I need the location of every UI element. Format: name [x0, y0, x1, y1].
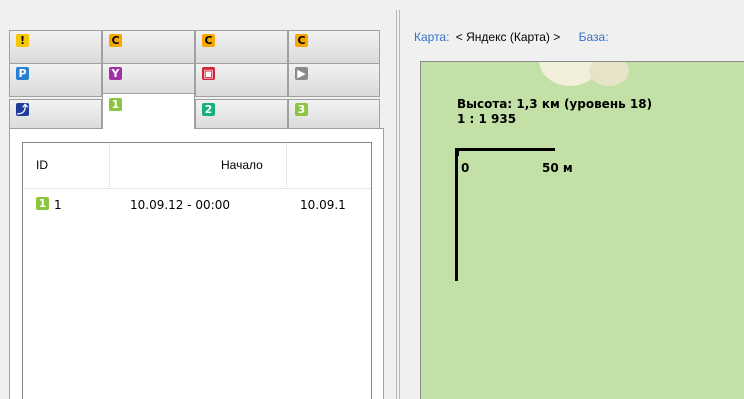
camera-icon: ▣ [202, 67, 215, 80]
tab-parking[interactable]: P [9, 63, 102, 97]
map-label: Карта: [414, 30, 450, 44]
tab-antenna[interactable]: Y [102, 63, 195, 97]
number-1-icon: 1 [36, 197, 49, 210]
tab-number-2[interactable]: 2 [195, 99, 288, 131]
route-icon: ⤴ [16, 103, 29, 116]
tab-category-c[interactable]: C [288, 30, 380, 64]
row-id: 1 [54, 198, 62, 212]
scale-zero-label: 0 [461, 161, 470, 175]
warning-icon: ! [16, 34, 29, 47]
row-start: 10.09.12 - 00:00 [130, 198, 230, 212]
map-toolbar: Карта: < Яндекс (Карта) > База: [414, 30, 609, 44]
category-c-icon: C [202, 34, 215, 47]
column-header-id[interactable]: ID [36, 158, 48, 172]
no-camera-icon: ▶ [295, 67, 308, 80]
left-panel: ! C C C P Y ▣ ▶ ⤴ 1 2 3 ID Начало 1 1 10.09.12 - 00… [0, 0, 390, 399]
base-label: База: [578, 30, 609, 44]
map-height-label: Высота: 1,3 км (уровень 18) [457, 97, 653, 111]
antenna-icon: Y [109, 67, 122, 80]
column-header-start[interactable]: Начало [221, 158, 263, 172]
map-view[interactable]: Высота: 1,3 км (уровень 18) 1 : 1 935 0 … [420, 61, 744, 399]
tab-route[interactable]: ⤴ [9, 99, 102, 131]
list-header: ID Начало [23, 143, 371, 189]
splitter-line [399, 10, 400, 399]
parking-icon: P [16, 67, 29, 80]
tab-no-camera[interactable]: ▶ [288, 63, 380, 97]
scale-bar-horizontal [458, 148, 555, 151]
number-3-icon: 3 [295, 103, 308, 116]
number-2-icon: 2 [202, 103, 215, 116]
tab-category-c[interactable]: C [102, 30, 195, 64]
map-feature [589, 62, 629, 86]
tracks-list[interactable]: ID Начало 1 1 10.09.12 - 00:00 10.09.1 [22, 142, 372, 399]
scale-distance-label: 50 м [542, 161, 573, 175]
scale-bar-tick [458, 148, 459, 156]
scale-bar-vertical [455, 148, 458, 281]
list-item[interactable]: 1 1 10.09.12 - 00:00 10.09.1 [23, 195, 371, 215]
category-c-icon: C [109, 34, 122, 47]
map-selector[interactable]: < Яндекс (Карта) > [456, 30, 560, 44]
row-end: 10.09.1 [300, 198, 346, 212]
splitter-line [396, 10, 397, 399]
column-separator[interactable] [286, 143, 287, 187]
tab-category-c[interactable]: C [195, 30, 288, 64]
tab-warning[interactable]: ! [9, 30, 102, 64]
map-scale-label: 1 : 1 935 [457, 112, 517, 126]
category-c-icon: C [295, 34, 308, 47]
column-separator[interactable] [109, 143, 110, 187]
splitter[interactable] [390, 0, 402, 399]
number-1-icon: 1 [109, 98, 122, 111]
tab-number-3[interactable]: 3 [288, 99, 380, 131]
tab-number-1[interactable]: 1 [102, 93, 195, 129]
tab-camera[interactable]: ▣ [195, 63, 288, 97]
